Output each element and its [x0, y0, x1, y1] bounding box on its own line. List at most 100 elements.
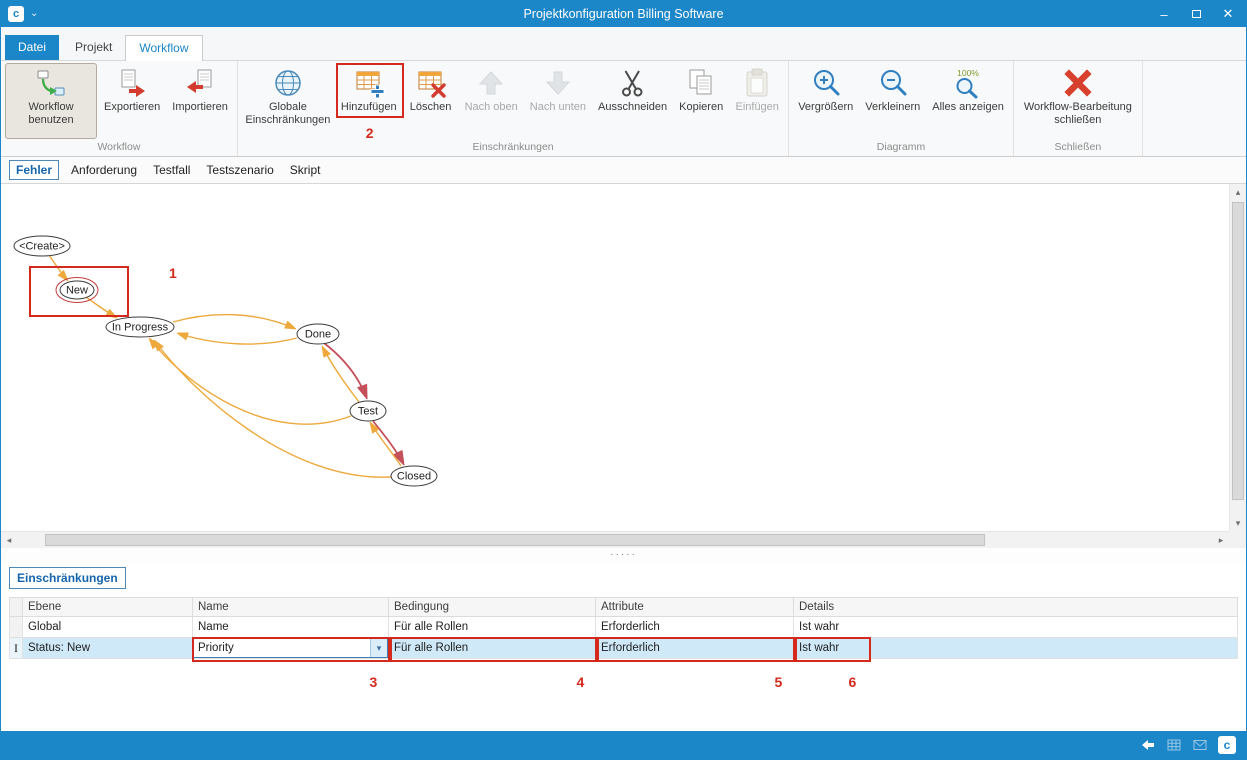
ribbon-button-close-workflow[interactable]: Workflow-Bearbeitung schließen [1018, 63, 1138, 139]
diagram-node-closed[interactable]: Closed [391, 466, 437, 486]
ribbon: Workflow benutzenExportierenImportieren W… [1, 60, 1246, 157]
edge-done-to-test[interactable] [324, 343, 367, 399]
statusbar-app-icon[interactable]: c [1218, 736, 1236, 754]
zoom-in-icon [810, 67, 842, 99]
node-label: New [66, 285, 88, 297]
window-title: Projektkonfiguration Billing Software [523, 7, 723, 21]
combobox-dropdown-button[interactable]: ▾ [370, 639, 387, 657]
ribbon-button-import[interactable]: Importieren [167, 63, 233, 139]
arrow-up-icon [475, 67, 507, 99]
edge-in-progress-to-done[interactable] [173, 315, 296, 329]
mail-icon[interactable] [1192, 737, 1208, 753]
scroll-down-icon[interactable]: ▾ [1230, 515, 1246, 531]
node-label: In Progress [112, 322, 169, 334]
vertical-scroll-thumb[interactable] [1232, 202, 1244, 500]
close-button[interactable]: ✕ [1212, 1, 1244, 27]
column-header-attribute[interactable]: Attribute [596, 598, 794, 617]
scroll-left-icon[interactable]: ◂ [1, 532, 17, 548]
ribbon-button-label: Workflow-Bearbeitung schließen [1023, 101, 1133, 126]
diagram-node-test[interactable]: Test [350, 401, 386, 421]
doc-tab-testfall[interactable]: Testfall [145, 160, 198, 180]
ribbon-button-zoom-in[interactable]: Vergrößern [793, 63, 858, 139]
diagram-node-done[interactable]: Done [297, 324, 339, 344]
ribbon-button-zoom-out[interactable]: Verkleinern [860, 63, 925, 139]
ribbon-button-add[interactable]: Hinzufügen [336, 63, 402, 139]
doc-tab-skript[interactable]: Skript [282, 160, 329, 180]
column-header-name[interactable]: Name [193, 598, 389, 617]
edge-test-to-closed[interactable] [373, 421, 404, 465]
doc-tab-fehler[interactable]: Fehler [9, 160, 59, 180]
ribbon-tab-projekt[interactable]: Projekt [62, 35, 125, 60]
export-icon [116, 67, 148, 99]
cell-0-1[interactable]: Name [193, 617, 389, 638]
doc-tab-anforderung[interactable]: Anforderung [63, 160, 145, 180]
cell-0-4[interactable]: Ist wahr [794, 617, 1238, 638]
ribbon-button-cut[interactable]: Ausschneiden [593, 63, 672, 139]
workflow-diagram-svg[interactable]: <Create> New In Progress Done Test Closed [1, 184, 1229, 531]
ribbon-group-schlie-en: Workflow-Bearbeitung schließenSchließen [1014, 61, 1143, 156]
diagram-node-in-progress[interactable]: In Progress [106, 317, 174, 337]
ribbon-group-einschr-nkungen: Globale EinschränkungenHinzufügenLöschen… [238, 61, 789, 156]
table-row[interactable]: GlobalNameFür alle RollenErforderlichIst… [10, 617, 1238, 638]
minimize-button[interactable]: – [1148, 1, 1180, 27]
ribbon-button-label: Einfügen [735, 101, 778, 114]
horizontal-scrollbar[interactable]: ◂ ▸ [1, 531, 1229, 548]
ribbon-tab-workflow[interactable]: Workflow [125, 35, 202, 61]
ribbon-group-diagramm: VergrößernVerkleinern100%Alles anzeigenD… [789, 61, 1014, 156]
svg-text:100%: 100% [957, 68, 979, 78]
cell-1-1[interactable]: Priority▾ [193, 638, 389, 659]
ribbon-button-zoom-all[interactable]: 100% Alles anzeigen [927, 63, 1009, 139]
maximize-icon [1192, 10, 1201, 18]
ribbon-button-use-workflow[interactable]: Workflow benutzen [5, 63, 97, 139]
ribbon-button-label: Nach unten [530, 101, 586, 114]
splitter-handle[interactable]: ····· [1, 548, 1246, 563]
cell-1-2[interactable]: Für alle Rollen [389, 638, 596, 659]
scroll-up-icon[interactable]: ▴ [1230, 184, 1246, 200]
quick-access-chevron-icon[interactable]: ⌄ [30, 9, 38, 19]
edge-create-to-new[interactable] [49, 255, 68, 281]
zoom-100-icon: 100% [952, 67, 984, 99]
ribbon-button-export[interactable]: Exportieren [99, 63, 165, 139]
tab-einschraenkungen[interactable]: Einschränkungen [9, 567, 126, 589]
ribbon-button-label: Alles anzeigen [932, 101, 1004, 114]
constraints-panel: Einschränkungen EbeneNameBedingungAttrib… [1, 563, 1246, 733]
cell-1-4[interactable]: Ist wahr [794, 638, 1238, 659]
ribbon-button-label: Kopieren [679, 101, 723, 114]
ribbon-button-delete[interactable]: Löschen [404, 63, 458, 139]
ribbon-button-copy[interactable]: Kopieren [674, 63, 728, 139]
app-icon[interactable]: c [8, 6, 24, 22]
name-combobox[interactable]: Priority▾ [193, 638, 388, 658]
doc-tab-testszenario[interactable]: Testszenario [198, 160, 281, 180]
constraints-table-body: GlobalNameFür alle RollenErforderlichIst… [10, 617, 1238, 659]
cell-0-2[interactable]: Für alle Rollen [389, 617, 596, 638]
edge-test-to-in-progress[interactable] [149, 338, 351, 424]
horizontal-scroll-thumb[interactable] [45, 534, 985, 546]
cell-1-3[interactable]: Erforderlich [596, 638, 794, 659]
edge-done-to-in-progress[interactable] [177, 333, 297, 344]
diagram-edges [49, 255, 404, 477]
share-icon[interactable] [1140, 737, 1156, 753]
cell-0-0[interactable]: Global [23, 617, 193, 638]
diagram-node-new[interactable]: New [56, 278, 98, 303]
ribbon-tab-datei[interactable]: Datei [5, 35, 59, 60]
edge-closed-to-test[interactable] [370, 422, 401, 466]
column-header-ebene[interactable]: Ebene [23, 598, 193, 617]
ribbon-group-workflow: Workflow benutzenExportierenImportierenW… [1, 61, 238, 156]
scroll-right-icon[interactable]: ▸ [1213, 532, 1229, 548]
ribbon-button-global-constraints[interactable]: Globale Einschränkungen [242, 63, 334, 139]
row-indicator-header [10, 598, 23, 617]
ribbon-button-label: Vergrößern [798, 101, 853, 114]
column-header-bedingung[interactable]: Bedingung [389, 598, 596, 617]
grid-icon[interactable] [1166, 737, 1182, 753]
cell-0-3[interactable]: Erforderlich [596, 617, 794, 638]
diagram-canvas[interactable]: <Create> New In Progress Done Test Closed ▴ ▾… [1, 184, 1246, 548]
ribbon-tab-strip: DateiProjektWorkflow [1, 27, 1246, 60]
column-header-details[interactable]: Details [794, 598, 1238, 617]
table-delete-icon [415, 67, 447, 99]
vertical-scrollbar[interactable]: ▴ ▾ [1229, 184, 1246, 531]
cell-1-0[interactable]: Status: New [23, 638, 193, 659]
edge-new-to-in-progress[interactable] [86, 297, 117, 318]
maximize-button[interactable] [1180, 1, 1212, 27]
diagram-node-create[interactable]: <Create> [14, 236, 70, 256]
table-row[interactable]: IStatus: NewPriority▾Für alle RollenErfo… [10, 638, 1238, 659]
